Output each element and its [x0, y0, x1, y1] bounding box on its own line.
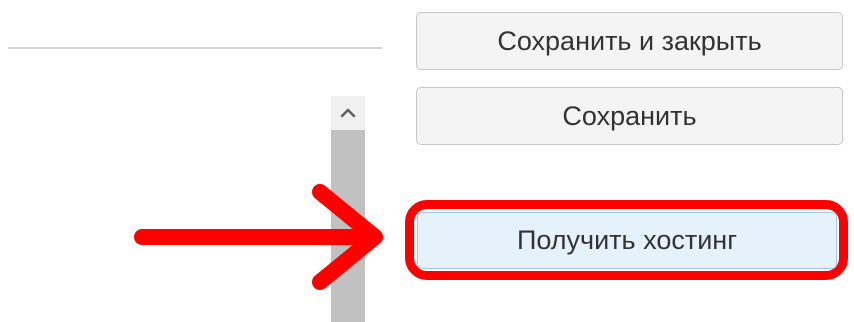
- scroll-up-button[interactable]: [331, 96, 365, 130]
- chevron-up-icon: [340, 108, 356, 118]
- save-button[interactable]: Сохранить: [416, 87, 843, 145]
- arrow-right-icon: [134, 184, 383, 290]
- get-hosting-button[interactable]: Получить хостинг: [417, 212, 837, 269]
- settings-panel: Сохранить и закрыть Сохранить Получить х…: [0, 0, 854, 322]
- save-and-close-button[interactable]: Сохранить и закрыть: [416, 12, 843, 70]
- divider: [8, 47, 382, 49]
